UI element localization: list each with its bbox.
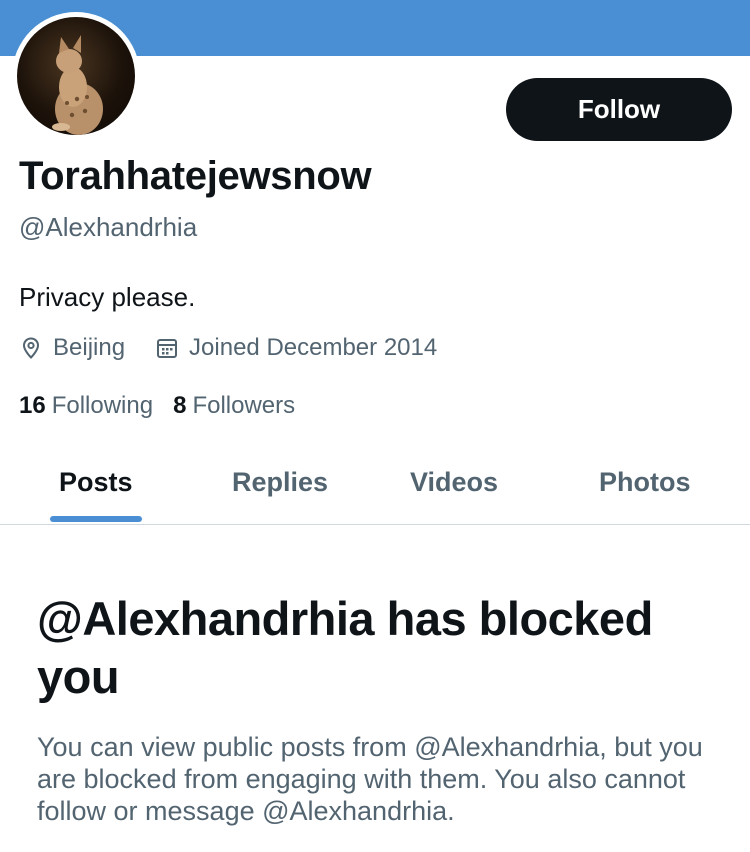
- avatar[interactable]: [12, 12, 140, 140]
- user-handle: @Alexhandrhia: [19, 212, 198, 242]
- location-item: Beijing: [19, 334, 125, 362]
- tab-posts[interactable]: Posts: [59, 440, 133, 524]
- profile-bio: Privacy please.: [19, 282, 196, 312]
- followers-count: 8: [173, 392, 187, 419]
- tab-replies[interactable]: Replies: [232, 440, 328, 524]
- following-link[interactable]: 16 Following: [19, 392, 153, 420]
- tab-photos[interactable]: Photos: [599, 440, 691, 524]
- following-count: 16: [19, 392, 46, 419]
- profile-tabs: Posts Replies Videos Photos: [0, 440, 750, 525]
- followers-link[interactable]: 8 Followers: [173, 392, 295, 420]
- tab-videos[interactable]: Videos: [410, 440, 498, 524]
- followers-label: Followers: [192, 392, 296, 419]
- joined-text: Joined December 2014: [189, 334, 438, 361]
- avatar-image: [17, 17, 135, 135]
- follow-button[interactable]: Follow: [506, 78, 732, 141]
- cat-photo-icon: [52, 35, 103, 135]
- follow-stats: 16 Following 8 Followers: [19, 392, 315, 420]
- blocked-message: You can view public posts from @Alexhand…: [37, 732, 703, 826]
- display-name: Torahhatejewsnow: [19, 154, 372, 198]
- calendar-icon: [157, 339, 178, 358]
- profile-meta: Beijing Joined December 2014: [19, 334, 467, 362]
- joined-item: Joined December 2014: [155, 334, 437, 362]
- active-tab-indicator: [50, 516, 142, 522]
- location-pin-icon: [22, 337, 40, 359]
- location-text: Beijing: [53, 334, 126, 361]
- blocked-title: @Alexhandrhia has blocked you: [37, 592, 653, 703]
- following-label: Following: [51, 392, 154, 419]
